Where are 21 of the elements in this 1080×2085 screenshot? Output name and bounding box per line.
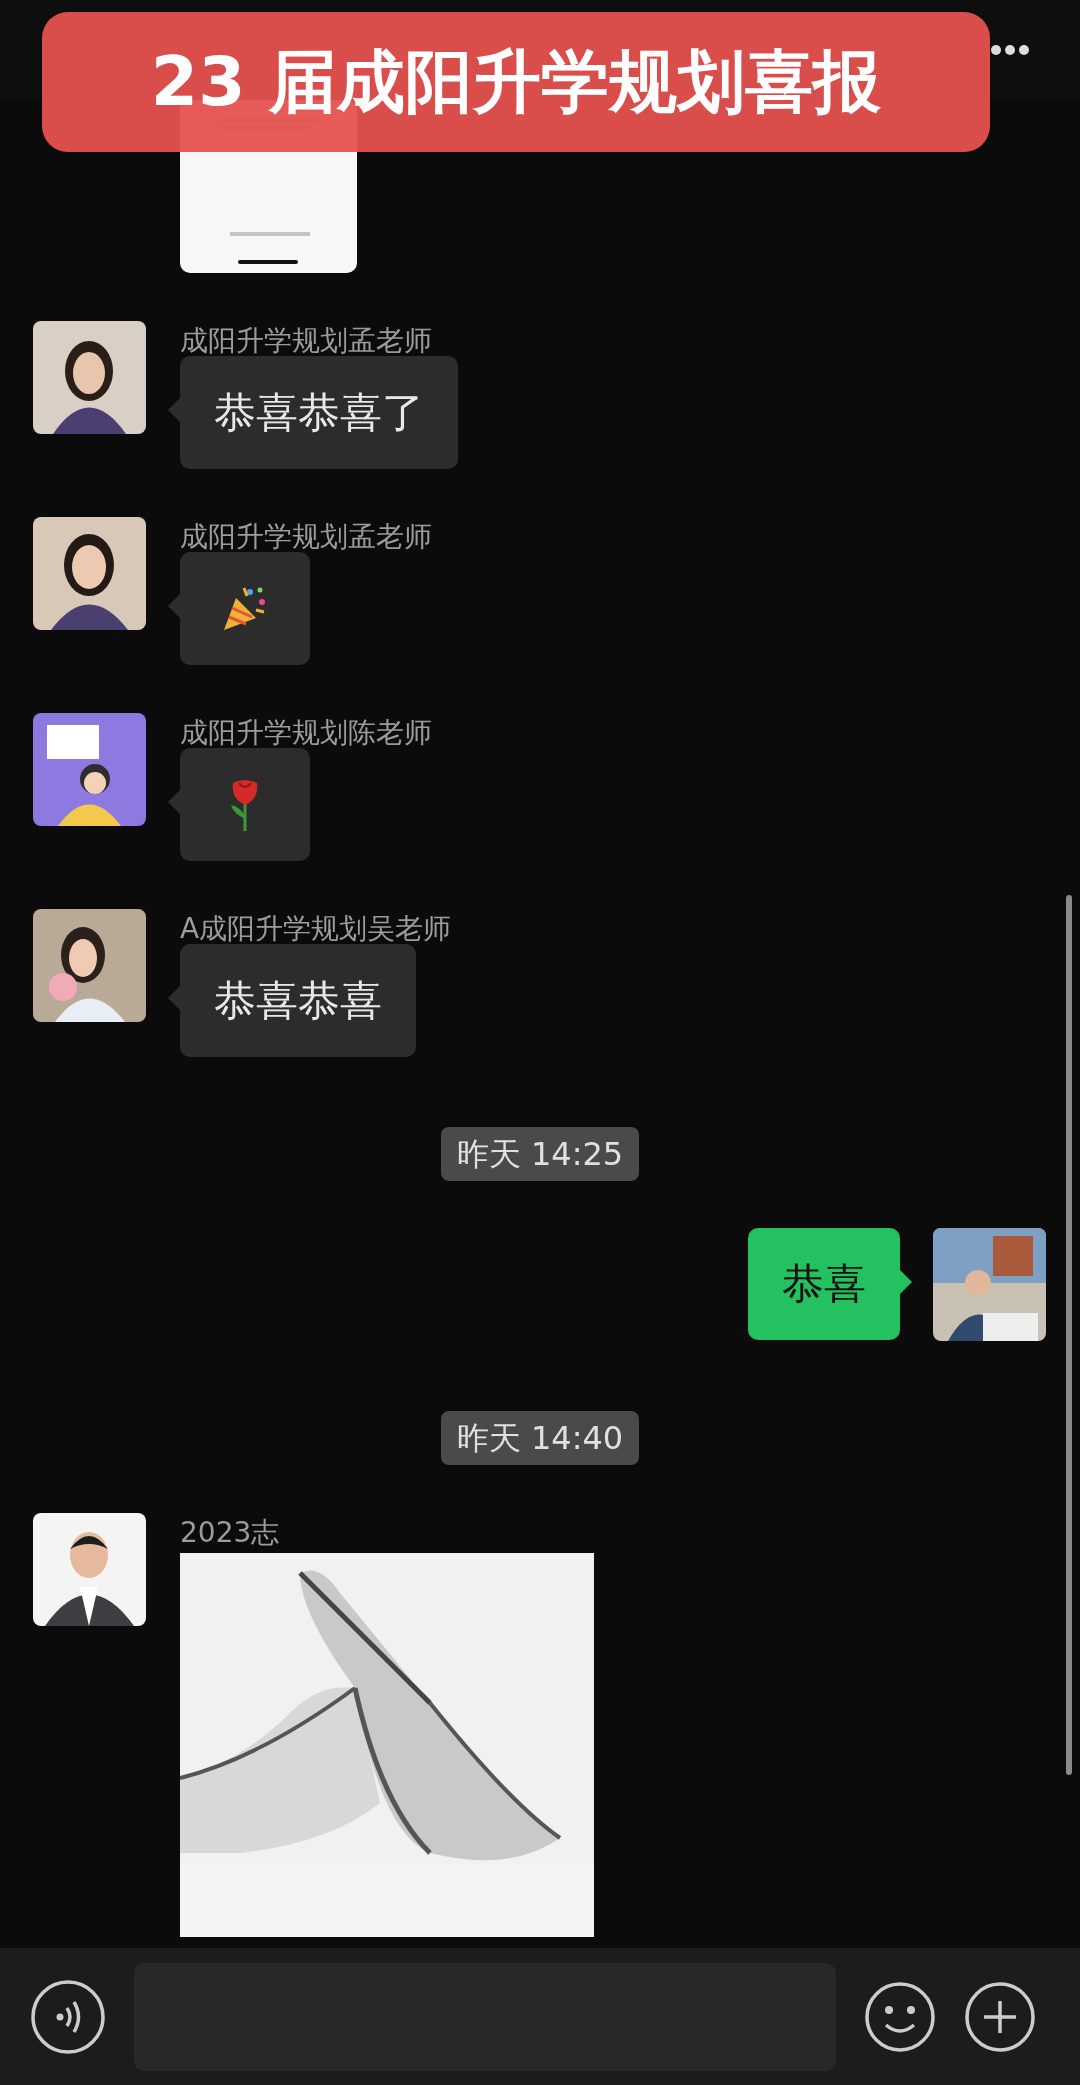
timestamp: 昨天 14:40 <box>440 1411 640 1465</box>
message-bubble[interactable]: 恭喜恭喜了 <box>180 356 458 469</box>
more-icon[interactable] <box>990 44 1030 56</box>
bubble-tail <box>168 986 180 1010</box>
bubble-tail <box>168 790 180 814</box>
sender-name: 成阳升学规划孟老师 <box>180 521 432 552</box>
bubble-tail <box>900 1270 912 1294</box>
message-bubble[interactable]: 恭喜恭喜 <box>180 944 416 1057</box>
sender-name: A成阳升学规划吴老师 <box>180 913 452 944</box>
title-banner: 23 届成阳升学规划喜报 <box>42 12 990 152</box>
timestamp: 昨天 14:25 <box>440 1127 640 1181</box>
sender-name: 2023志 <box>180 1517 280 1548</box>
bubble-tail <box>168 398 180 422</box>
voice-icon[interactable] <box>30 1978 106 2055</box>
message-bubble[interactable] <box>180 552 310 665</box>
sender-name: 成阳升学规划孟老师 <box>180 325 432 356</box>
message-bubble[interactable]: 恭喜 <box>748 1228 900 1340</box>
sender-name: 成阳升学规划陈老师 <box>180 717 432 748</box>
bubble-tail <box>168 594 180 618</box>
plus-icon[interactable] <box>964 1980 1036 2053</box>
emoji-icon[interactable] <box>864 1980 936 2053</box>
